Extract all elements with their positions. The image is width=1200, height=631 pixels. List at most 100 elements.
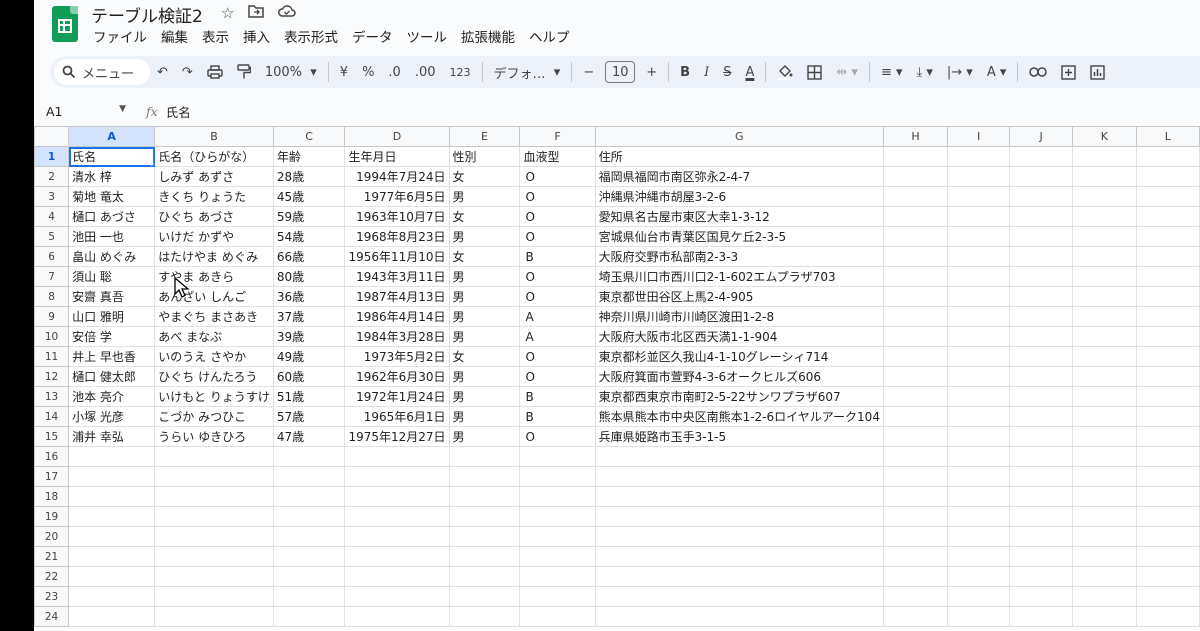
cell[interactable]	[1071, 446, 1137, 467]
cell[interactable]	[882, 426, 949, 447]
cell[interactable]	[1071, 186, 1137, 207]
cell[interactable]	[947, 366, 1011, 387]
cell[interactable]: あんざい しんご	[154, 286, 274, 307]
cell[interactable]: いけもと りょうすけ	[154, 386, 274, 407]
cell[interactable]: しみず あずさ	[154, 166, 274, 187]
cell[interactable]	[947, 346, 1011, 367]
cell[interactable]: こづか みつひこ	[154, 406, 274, 427]
strikethrough-icon[interactable]: S	[716, 60, 738, 84]
cell[interactable]	[947, 586, 1011, 607]
cell[interactable]	[519, 586, 596, 607]
cell[interactable]	[1135, 386, 1200, 407]
cell[interactable]	[1071, 386, 1137, 407]
cell[interactable]	[344, 546, 450, 567]
cell[interactable]: 男	[448, 226, 521, 247]
cell[interactable]: 浦井 幸弘	[68, 426, 156, 447]
cell[interactable]	[448, 606, 521, 627]
paint-format-icon[interactable]	[230, 60, 258, 84]
column-header-c[interactable]: C	[272, 126, 346, 147]
cell[interactable]	[1009, 506, 1073, 527]
column-header-e[interactable]: E	[448, 126, 521, 147]
cell[interactable]	[344, 486, 450, 507]
row-header[interactable]: 2	[34, 166, 70, 187]
column-header-h[interactable]: H	[882, 126, 949, 147]
cell[interactable]	[1009, 206, 1073, 227]
row-header[interactable]: 8	[34, 286, 70, 307]
cell[interactable]: 池田 一也	[68, 226, 156, 247]
cell[interactable]	[448, 466, 521, 487]
cell[interactable]	[1071, 366, 1137, 387]
cell[interactable]	[154, 526, 274, 547]
cell[interactable]	[1135, 146, 1200, 167]
cell[interactable]: 氏名（ひらがな）	[154, 146, 274, 167]
insert-comment-icon[interactable]	[1054, 60, 1083, 84]
cell[interactable]	[154, 446, 274, 467]
cell[interactable]: B	[519, 246, 596, 267]
cell[interactable]	[947, 266, 1011, 287]
cell[interactable]	[154, 586, 274, 607]
merge-cells-icon[interactable]: ⇹ ▾	[829, 60, 865, 84]
cell[interactable]	[272, 546, 346, 567]
cell[interactable]	[1135, 426, 1200, 447]
cell[interactable]: 1972年1月24日	[344, 386, 450, 407]
column-header-f[interactable]: F	[519, 126, 596, 147]
cell[interactable]	[947, 426, 1011, 447]
cell[interactable]: O	[519, 286, 596, 307]
cell[interactable]: 井上 早也香	[68, 346, 156, 367]
menu-item[interactable]: ツール	[407, 26, 448, 46]
cell[interactable]: 80歳	[272, 266, 346, 287]
menu-item[interactable]: 表示形式	[284, 26, 338, 46]
cell[interactable]	[68, 506, 156, 527]
cell[interactable]	[272, 486, 346, 507]
cell[interactable]	[947, 146, 1011, 167]
fill-handle[interactable]	[151, 163, 154, 166]
menu-item[interactable]: 拡張機能	[461, 26, 515, 46]
cell[interactable]	[1071, 566, 1137, 587]
cell[interactable]	[882, 306, 949, 327]
cell[interactable]: 1968年8月23日	[344, 226, 450, 247]
cell[interactable]	[1071, 486, 1137, 507]
cell[interactable]	[882, 586, 949, 607]
cell[interactable]: 安齋 真吾	[68, 286, 156, 307]
menu-item[interactable]: 編集	[161, 26, 188, 46]
cell[interactable]: 埼玉県川口市西川口2-1-602エムプラザ703	[594, 266, 884, 287]
cell[interactable]	[1071, 506, 1137, 527]
cell[interactable]	[272, 446, 346, 467]
cell[interactable]	[68, 606, 156, 627]
cell[interactable]: 大阪府箕面市萱野4-3-6オークヒルズ606	[594, 366, 884, 387]
cell[interactable]: 男	[448, 306, 521, 327]
column-header-l[interactable]: L	[1135, 126, 1200, 147]
row-header[interactable]: 3	[34, 186, 70, 207]
cell[interactable]	[1071, 286, 1137, 307]
cell[interactable]	[882, 206, 949, 227]
cell[interactable]	[1009, 326, 1073, 347]
cell[interactable]: 大阪府大阪市北区西天満1-1-904	[594, 326, 884, 347]
menu-item[interactable]: ヘルプ	[529, 26, 570, 46]
cell[interactable]	[947, 326, 1011, 347]
cell[interactable]: B	[519, 406, 596, 427]
cell[interactable]	[882, 266, 949, 287]
cell[interactable]	[1009, 446, 1073, 467]
cell[interactable]	[1009, 586, 1073, 607]
cell[interactable]	[344, 466, 450, 487]
cell[interactable]	[1071, 266, 1137, 287]
cell[interactable]	[272, 526, 346, 547]
cell[interactable]: 性別	[448, 146, 521, 167]
cell[interactable]: 須山 聡	[68, 266, 156, 287]
row-header[interactable]: 7	[34, 266, 70, 287]
font-size-increase-icon[interactable]: +	[639, 60, 664, 84]
cell[interactable]: O	[519, 226, 596, 247]
row-header[interactable]: 16	[34, 446, 70, 467]
cell[interactable]: きくち りょうた	[154, 186, 274, 207]
italic-icon[interactable]: I	[697, 60, 716, 84]
cell[interactable]	[1135, 586, 1200, 607]
cell[interactable]: O	[519, 366, 596, 387]
cell[interactable]	[1135, 526, 1200, 547]
cell[interactable]: ひぐち あづさ	[154, 206, 274, 227]
menu-search[interactable]: メニュー	[54, 59, 150, 85]
cell[interactable]: 男	[448, 326, 521, 347]
cell[interactable]	[272, 606, 346, 627]
cell[interactable]	[1135, 326, 1200, 347]
cell[interactable]	[154, 466, 274, 487]
sheets-logo-icon[interactable]	[52, 6, 78, 42]
